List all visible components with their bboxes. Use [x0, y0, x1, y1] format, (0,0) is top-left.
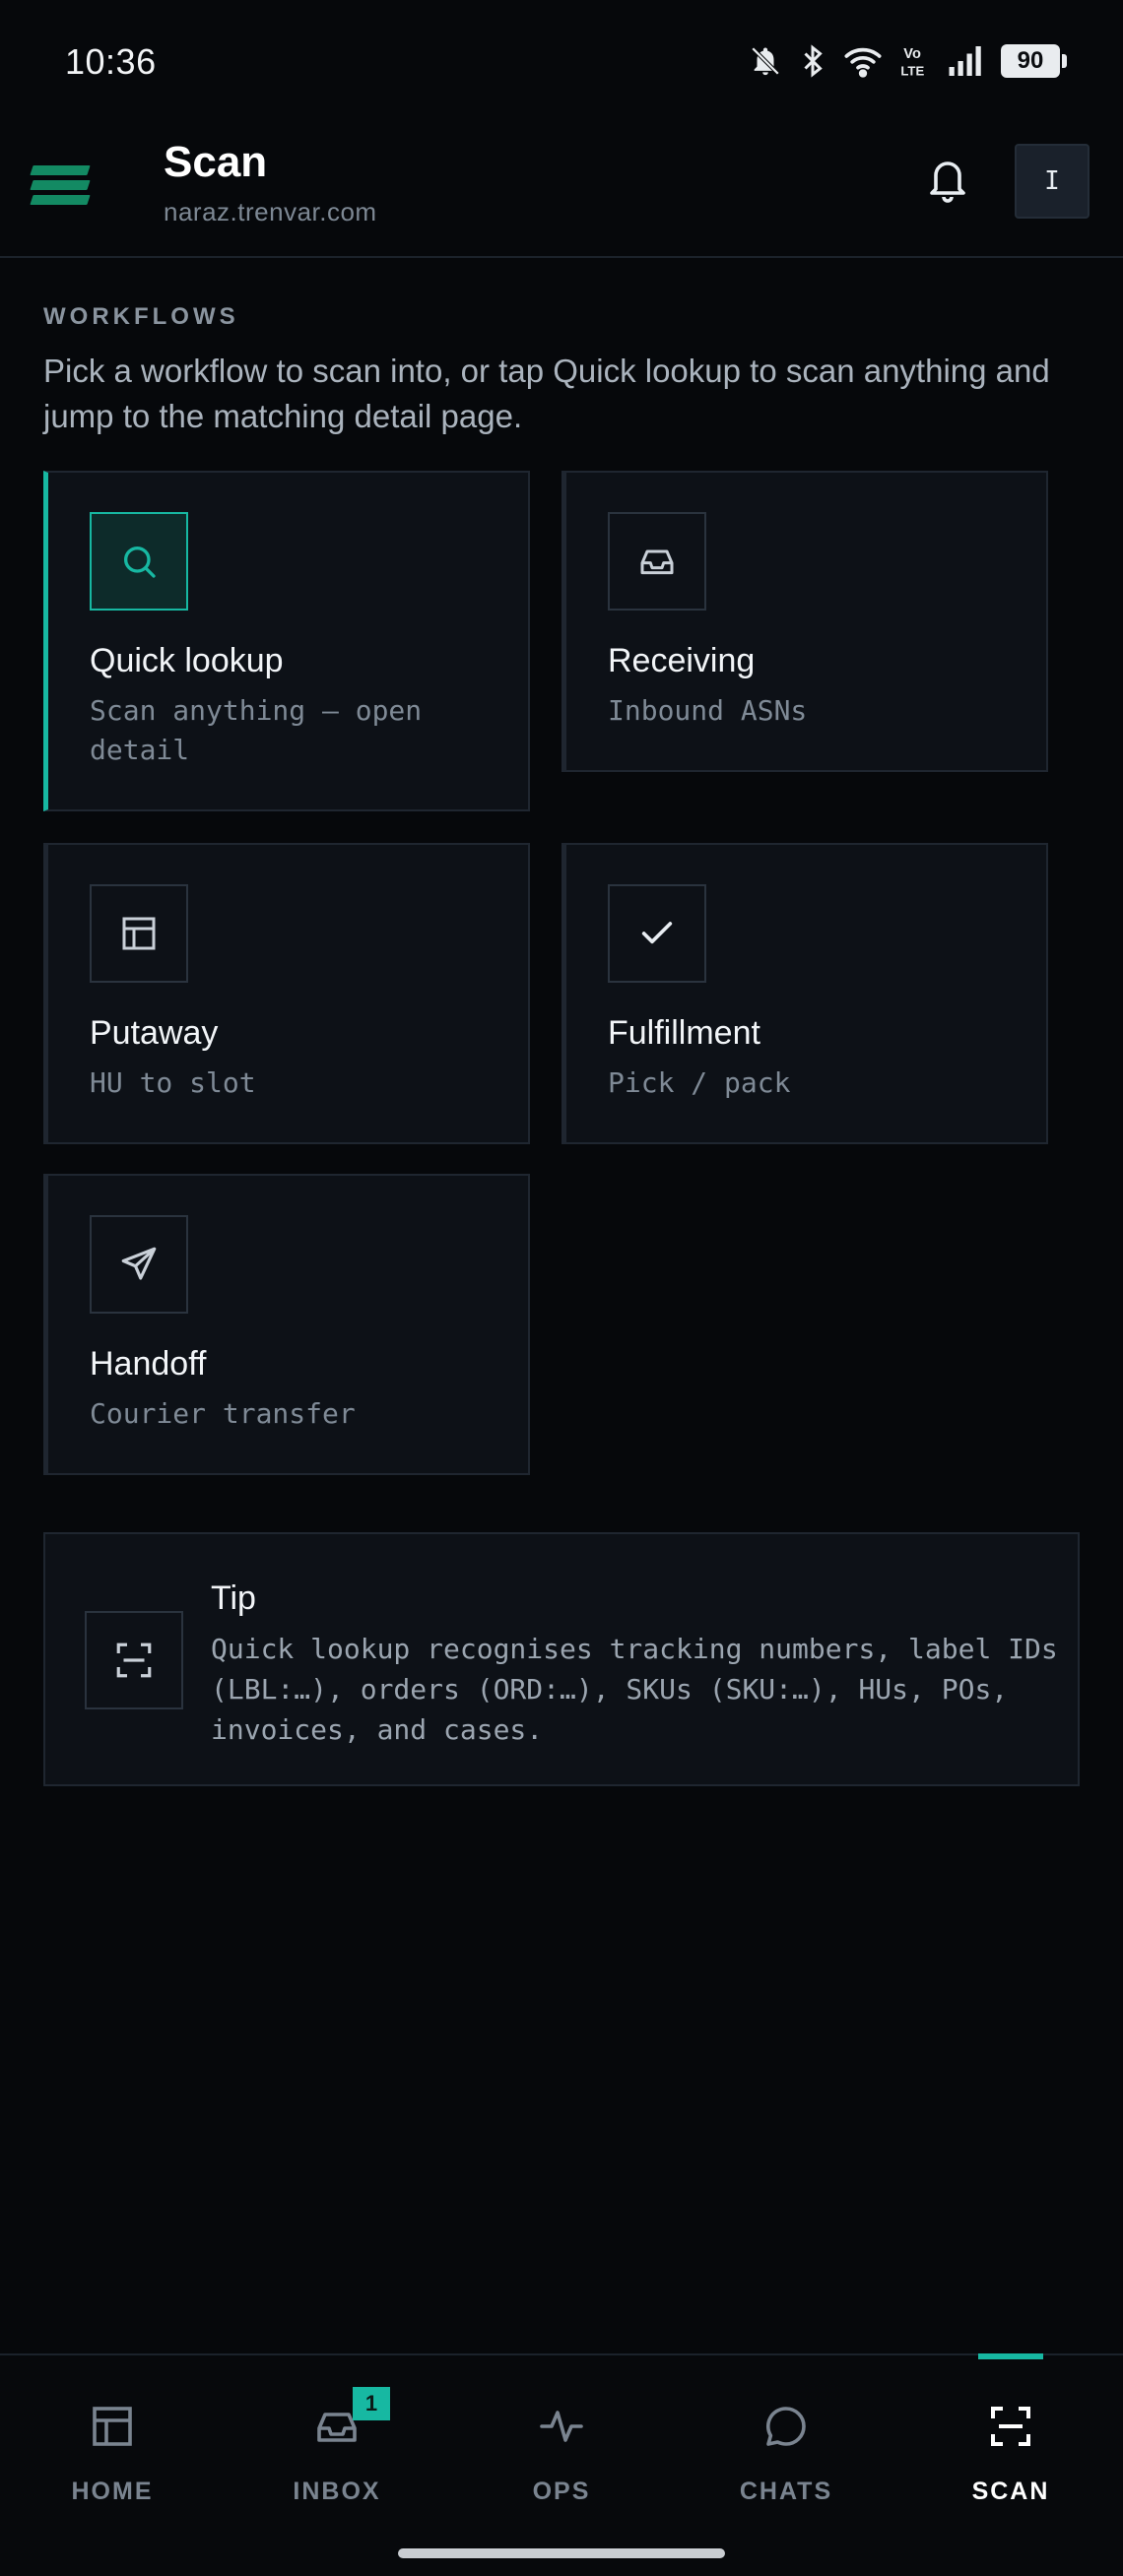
- grid-layout-icon: [90, 884, 188, 983]
- workflow-subtitle: Courier transfer: [90, 1397, 356, 1430]
- bottom-nav: HOME 1 INBOX OPS CHATS SCAN: [0, 2353, 1123, 2576]
- workflow-title: Fulfillment: [608, 1014, 760, 1052]
- status-icons: Vo LTE 90: [749, 39, 1067, 83]
- nav-label: SCAN: [971, 2478, 1050, 2505]
- workflow-subtitle: Scan anything — open detail: [90, 694, 423, 766]
- home-grid-icon: [85, 2399, 140, 2454]
- workflow-card-receiving[interactable]: Receiving Inbound ASNs: [562, 471, 1048, 772]
- app-header: Scan naraz.trenvar.com I: [0, 128, 1123, 258]
- nav-item-chats[interactable]: CHATS: [674, 2355, 898, 2533]
- nav-item-home[interactable]: HOME: [0, 2355, 225, 2533]
- check-icon: [608, 884, 706, 983]
- workflow-title: Quick lookup: [90, 642, 284, 679]
- home-indicator[interactable]: [398, 2548, 725, 2558]
- section-label: WORKFLOWS: [43, 303, 239, 330]
- active-indicator: [978, 2353, 1043, 2359]
- workflow-subtitle: Inbound ASNs: [608, 694, 808, 727]
- workflow-card-fulfillment[interactable]: Fulfillment Pick / pack: [562, 843, 1048, 1144]
- send-icon: [90, 1215, 188, 1314]
- bell-off-icon: [749, 43, 782, 79]
- nav-label: OPS: [532, 2478, 591, 2505]
- nav-item-ops[interactable]: OPS: [449, 2355, 674, 2533]
- wifi-icon: [843, 44, 883, 78]
- workflow-title: Putaway: [90, 1014, 219, 1052]
- tip-title: Tip: [211, 1579, 256, 1617]
- workflow-card-putaway[interactable]: Putaway HU to slot: [43, 843, 530, 1144]
- status-bar: 10:36 Vo LTE 90: [0, 0, 1123, 128]
- nav-item-inbox[interactable]: 1 INBOX: [225, 2355, 449, 2533]
- workflow-card-handoff[interactable]: Handoff Courier transfer: [43, 1174, 530, 1475]
- workspace-domain: naraz.trenvar.com: [164, 197, 377, 226]
- status-time: 10:36: [65, 41, 157, 82]
- workflow-subtitle: Pick / pack: [608, 1066, 791, 1099]
- nav-label: HOME: [71, 2478, 154, 2505]
- section-description: Pick a workflow to scan into, or tap Qui…: [43, 353, 1050, 434]
- nav-label: INBOX: [293, 2478, 381, 2505]
- battery-icon: 90: [1001, 44, 1067, 78]
- scan-frame-icon: [85, 1611, 183, 1709]
- workflow-card-quick-lookup[interactable]: Quick lookup Scan anything — open detail: [43, 471, 530, 811]
- nav-label: CHATS: [739, 2478, 833, 2505]
- scan-icon: [983, 2399, 1038, 2454]
- workflow-title: Handoff: [90, 1345, 207, 1383]
- avatar[interactable]: I: [1015, 144, 1090, 219]
- search-icon: [90, 512, 188, 611]
- inbox-tray-icon: [608, 512, 706, 611]
- workflow-title: Receiving: [608, 642, 756, 679]
- chat-bubble-icon: [759, 2399, 814, 2454]
- signal-icon: [948, 44, 983, 78]
- app-logo[interactable]: [30, 165, 91, 205]
- bluetooth-icon: [800, 43, 826, 79]
- bell-icon: [924, 153, 971, 211]
- nav-item-scan[interactable]: SCAN: [898, 2353, 1123, 2533]
- tip-text: Quick lookup recognises tracking numbers…: [211, 1633, 1058, 1746]
- volte-icon: Vo LTE: [900, 42, 930, 80]
- workflow-subtitle: HU to slot: [90, 1066, 256, 1099]
- activity-icon: [534, 2399, 589, 2454]
- unread-badge: 1: [353, 2387, 390, 2420]
- svg-text:Vo: Vo: [903, 46, 921, 62]
- tip-panel: Tip Quick lookup recognises tracking num…: [43, 1532, 1080, 1786]
- notifications-button[interactable]: [920, 152, 975, 211]
- svg-text:LTE: LTE: [900, 64, 924, 79]
- page-title: Scan: [164, 138, 268, 186]
